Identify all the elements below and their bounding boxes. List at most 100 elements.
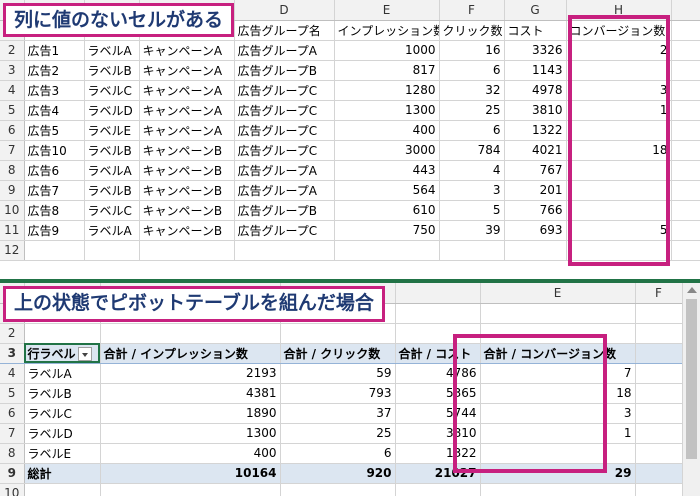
cell[interactable] [334, 240, 440, 261]
pivot-column-header-e[interactable]: E [480, 283, 636, 304]
cell[interactable]: キャンペーンA [139, 80, 235, 101]
cell[interactable]: ラベルE [24, 443, 101, 464]
cell[interactable] [635, 323, 683, 344]
scroll-up-arrow-icon[interactable] [687, 287, 697, 293]
cell[interactable] [671, 180, 700, 201]
cell[interactable] [100, 483, 281, 496]
pivot-field-header[interactable]: 合計 / コンバージョン数 [480, 343, 636, 364]
cell[interactable] [635, 483, 683, 496]
cell[interactable]: キャンペーンA [139, 60, 235, 81]
cell[interactable]: 59 [280, 363, 396, 384]
row-header[interactable]: 7 [0, 423, 25, 444]
cell[interactable]: 693 [504, 220, 567, 241]
cell[interactable] [635, 303, 683, 324]
cell[interactable] [566, 60, 672, 81]
cell[interactable]: 1 [566, 100, 672, 121]
cell[interactable]: 39 [439, 220, 505, 241]
cell[interactable] [566, 240, 672, 261]
row-header[interactable]: 5 [0, 383, 25, 404]
cell[interactable]: 6 [439, 60, 505, 81]
cell[interactable]: 4381 [100, 383, 281, 404]
pivot-field-header[interactable]: 合計 / クリック数 [280, 343, 396, 364]
cell[interactable]: ラベルB [24, 383, 101, 404]
column-header-g[interactable]: G [504, 0, 567, 21]
cell[interactable]: 16 [439, 40, 505, 61]
cell[interactable] [635, 423, 683, 444]
cell[interactable]: 5 [566, 220, 672, 241]
cell[interactable] [671, 60, 700, 81]
cell[interactable] [480, 483, 636, 496]
pivot-column-header-f[interactable]: F [635, 283, 683, 304]
pivot-column-header-d[interactable] [395, 283, 481, 304]
row-header[interactable]: 10 [0, 200, 25, 221]
cell[interactable]: ラベルC [84, 80, 140, 101]
cell[interactable]: 767 [504, 160, 567, 181]
cell[interactable] [671, 40, 700, 61]
cell[interactable]: 1300 [100, 423, 281, 444]
cell[interactable]: 広告グループC [234, 120, 335, 141]
cell[interactable]: 18 [480, 383, 636, 404]
cell[interactable]: 広告グループA [234, 160, 335, 181]
cell[interactable]: ラベルD [84, 100, 140, 121]
cell[interactable]: 3810 [395, 423, 481, 444]
cell[interactable]: キャンペーンA [139, 120, 235, 141]
cell[interactable]: 1322 [395, 443, 481, 464]
cell[interactable] [671, 120, 700, 141]
cell[interactable]: 1 [480, 423, 636, 444]
cell[interactable] [395, 483, 481, 496]
cell[interactable]: ラベルC [24, 403, 101, 424]
cell[interactable]: 3 [439, 180, 505, 201]
cell[interactable]: ラベルC [84, 200, 140, 221]
cell[interactable]: 5 [439, 200, 505, 221]
cell[interactable] [635, 462, 683, 484]
cell[interactable]: 793 [280, 383, 396, 404]
cell[interactable] [395, 323, 481, 344]
cell[interactable] [635, 403, 683, 424]
cell[interactable] [100, 323, 281, 344]
column-header-e[interactable]: E [334, 0, 440, 21]
cell[interactable]: キャンペーンB [139, 160, 235, 181]
cell[interactable]: 5365 [395, 383, 481, 404]
cell[interactable]: 1280 [334, 80, 440, 101]
cell[interactable] [395, 303, 481, 324]
cell[interactable]: 201 [504, 180, 567, 201]
cell[interactable]: 4978 [504, 80, 567, 101]
cell[interactable]: 3 [566, 80, 672, 101]
cell[interactable] [671, 200, 700, 221]
cell[interactable]: 広告10 [24, 140, 85, 161]
cell[interactable]: 広告4 [24, 100, 85, 121]
cell[interactable] [139, 240, 235, 261]
row-header[interactable]: 5 [0, 100, 25, 121]
cell[interactable] [671, 140, 700, 161]
cell[interactable]: 3810 [504, 100, 567, 121]
cell[interactable] [84, 240, 140, 261]
cell[interactable] [671, 240, 700, 261]
row-header[interactable]: 8 [0, 443, 25, 464]
cell[interactable]: 564 [334, 180, 440, 201]
cell[interactable]: 広告1 [24, 40, 85, 61]
cell[interactable] [480, 303, 636, 324]
pivot-field-header[interactable]: 合計 / コスト [395, 343, 481, 364]
row-header[interactable]: 6 [0, 120, 25, 141]
row-header[interactable]: 4 [0, 363, 25, 384]
cell[interactable] [671, 20, 700, 41]
row-header[interactable]: 7 [0, 140, 25, 161]
row-header[interactable]: 3 [0, 60, 25, 81]
cell[interactable] [234, 240, 335, 261]
cell[interactable]: 32 [439, 80, 505, 101]
cell[interactable] [24, 323, 101, 344]
cell[interactable]: 25 [439, 100, 505, 121]
cell[interactable] [504, 240, 567, 261]
cell[interactable]: ラベルA [84, 40, 140, 61]
cell[interactable]: キャンペーンB [139, 140, 235, 161]
cell[interactable]: 25 [280, 423, 396, 444]
cell[interactable]: 広告グループB [234, 200, 335, 221]
row-header[interactable]: 8 [0, 160, 25, 181]
cell[interactable]: 400 [334, 120, 440, 141]
cell[interactable]: 4786 [395, 363, 481, 384]
row-header[interactable]: 4 [0, 80, 25, 101]
cell[interactable]: 広告8 [24, 200, 85, 221]
cell[interactable]: キャンペーンA [139, 100, 235, 121]
cell[interactable]: 2193 [100, 363, 281, 384]
cell[interactable]: 広告2 [24, 60, 85, 81]
